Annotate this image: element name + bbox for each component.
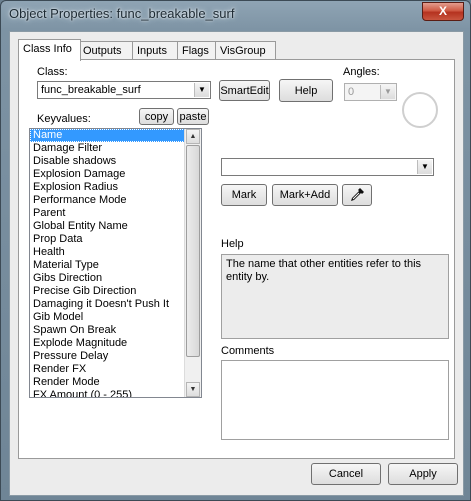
value-dropdown[interactable]: ▼: [221, 158, 434, 176]
chevron-down-icon: ▼: [417, 160, 432, 174]
keyvalue-item[interactable]: Disable shadows: [30, 155, 201, 168]
mark-button[interactable]: Mark: [221, 184, 267, 206]
apply-button[interactable]: Apply: [388, 463, 458, 485]
class-value: func_breakable_surf: [41, 84, 141, 96]
close-button[interactable]: X: [422, 2, 464, 21]
keyvalues-label: Keyvalues:: [37, 113, 91, 125]
scroll-up-icon[interactable]: ▲: [186, 129, 200, 144]
keyvalue-item[interactable]: Gib Model: [30, 311, 201, 324]
keyvalue-item[interactable]: Damage Filter: [30, 142, 201, 155]
chevron-down-icon: ▼: [380, 85, 395, 99]
help-text-box: The name that other entities refer to th…: [221, 254, 449, 339]
dialog-client: Class Info Outputs Inputs Flags VisGroup…: [9, 31, 464, 496]
tab-visgroup[interactable]: VisGroup: [215, 41, 276, 60]
keyvalue-item[interactable]: Pressure Delay: [30, 350, 201, 363]
comments-text: [222, 361, 448, 365]
keyvalue-item[interactable]: Material Type: [30, 259, 201, 272]
paste-button[interactable]: paste: [177, 108, 209, 125]
list-scrollbar[interactable]: ▲ ▼: [184, 129, 201, 397]
keyvalue-item[interactable]: Health: [30, 246, 201, 259]
chevron-down-icon: ▼: [194, 83, 209, 97]
help-section-label: Help: [221, 238, 244, 250]
class-dropdown[interactable]: func_breakable_surf ▼: [37, 81, 211, 99]
comments-label: Comments: [221, 345, 275, 357]
angles-dropdown[interactable]: 0 ▼: [344, 83, 397, 101]
keyvalue-item[interactable]: Name: [30, 129, 201, 142]
angles-value: 0: [348, 86, 355, 98]
keyvalues-list[interactable]: Name Damage Filter Disable shadows Explosio…: [29, 128, 202, 398]
angle-dial[interactable]: [402, 92, 438, 128]
keyvalue-item[interactable]: Performance Mode: [30, 194, 201, 207]
help-description: The name that other entities refer to th…: [226, 258, 422, 283]
keyvalue-item[interactable]: Explosion Damage: [30, 168, 201, 181]
keyvalue-item[interactable]: FX Amount (0 - 255): [30, 389, 201, 397]
keyvalue-item[interactable]: Render FX: [30, 363, 201, 376]
keyvalue-item[interactable]: Render Mode: [30, 376, 201, 389]
eyedropper-icon: [351, 188, 364, 201]
close-icon: X: [438, 4, 447, 18]
keyvalue-item[interactable]: Precise Gib Direction: [30, 285, 201, 298]
keyvalue-item[interactable]: Spawn On Break: [30, 324, 201, 337]
tab-class-info[interactable]: Class Info: [18, 39, 81, 61]
smartedit-button[interactable]: SmartEdit: [219, 80, 270, 101]
eyedropper-button[interactable]: [342, 184, 372, 206]
keyvalue-item[interactable]: Explode Magnitude: [30, 337, 201, 350]
keyvalue-item[interactable]: Gibs Direction: [30, 272, 201, 285]
keyvalue-item[interactable]: Parent: [30, 207, 201, 220]
keyvalue-item[interactable]: Prop Data: [30, 233, 201, 246]
copy-button[interactable]: copy: [139, 108, 174, 125]
keyvalue-item[interactable]: Explosion Radius: [30, 181, 201, 194]
class-label: Class:: [37, 66, 68, 78]
keyvalues-items: Name Damage Filter Disable shadows Explosio…: [30, 129, 201, 397]
help-button[interactable]: Help: [279, 79, 333, 102]
window-title: Object Properties: func_breakable_surf: [9, 6, 235, 21]
title-bar[interactable]: Object Properties: func_breakable_surf X: [1, 1, 470, 29]
keyvalue-item[interactable]: Global Entity Name: [30, 220, 201, 233]
cancel-button[interactable]: Cancel: [311, 463, 381, 485]
scroll-thumb[interactable]: [186, 145, 200, 357]
scroll-down-icon[interactable]: ▼: [186, 382, 200, 397]
mark-add-button[interactable]: Mark+Add: [272, 184, 338, 206]
angles-label: Angles:: [343, 66, 380, 78]
comments-field[interactable]: [221, 360, 449, 440]
dialog-window: Object Properties: func_breakable_surf X…: [0, 0, 471, 501]
keyvalue-item[interactable]: Damaging it Doesn't Push It: [30, 298, 201, 311]
tab-outputs[interactable]: Outputs: [78, 41, 138, 60]
